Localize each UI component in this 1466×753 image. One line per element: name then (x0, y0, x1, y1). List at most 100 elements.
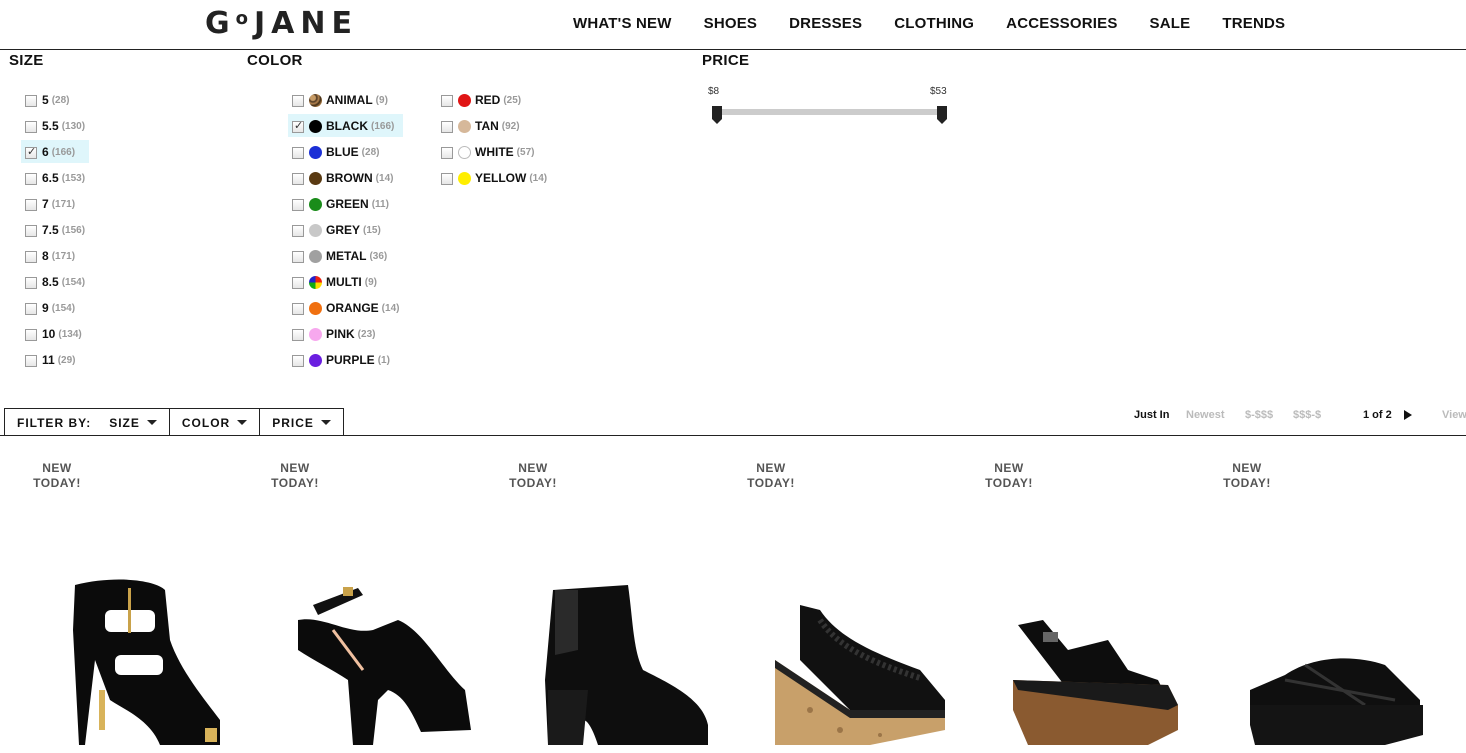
view-toggle[interactable]: View (1442, 409, 1466, 421)
product-card-6[interactable] (1245, 560, 1425, 753)
checkbox[interactable] (25, 95, 37, 107)
checkbox[interactable] (292, 355, 304, 367)
nav-trends[interactable]: TRENDS (1222, 15, 1285, 32)
checkbox[interactable] (25, 303, 37, 315)
size-option-label: 8.5 (42, 275, 59, 289)
checkbox[interactable] (25, 277, 37, 289)
checkbox[interactable] (25, 225, 37, 237)
color-option-yellow[interactable]: YELLOW (14) (441, 165, 547, 191)
color-option-blue[interactable]: BLUE (28) (292, 139, 399, 165)
product-card-1[interactable] (55, 560, 235, 753)
size-option-6[interactable]: 6(166) (21, 139, 89, 165)
checkbox[interactable] (441, 95, 453, 107)
color-option-tan[interactable]: TAN (92) (441, 113, 547, 139)
color-option-green[interactable]: GREEN (11) (292, 191, 399, 217)
checkbox[interactable] (292, 95, 304, 107)
color-swatch-icon (309, 327, 322, 341)
sort-newest[interactable]: Newest (1186, 409, 1225, 421)
sort-price-high-low[interactable]: $$$-$ (1293, 409, 1321, 421)
checkbox[interactable] (25, 145, 37, 159)
nav-accessories[interactable]: ACCESSORIES (1006, 15, 1117, 32)
checkbox[interactable] (292, 303, 304, 315)
color-swatch-icon (309, 353, 322, 367)
product-card-5[interactable] (1008, 560, 1188, 753)
nav-clothing[interactable]: CLOTHING (894, 15, 974, 32)
color-options-column-2: RED (25) TAN (92) WHITE (57) YELLOW (14) (441, 87, 547, 191)
checkbox[interactable] (25, 121, 37, 133)
size-filter-dropdown[interactable]: SIZE (97, 409, 170, 436)
product-card-4[interactable] (770, 560, 950, 753)
price-max-handle[interactable] (937, 106, 947, 124)
color-option-count: (14) (375, 172, 394, 184)
checkbox[interactable] (292, 173, 304, 185)
checkbox[interactable] (292, 277, 304, 289)
gojane-logo[interactable]: GoJANE (205, 6, 358, 41)
checkbox[interactable] (292, 329, 304, 341)
color-swatch-icon (458, 171, 471, 185)
size-option-label: 8 (42, 249, 49, 263)
size-option-9[interactable]: 9 (154) (25, 295, 85, 321)
sort-price-low-high[interactable]: $-$$$ (1245, 409, 1273, 421)
checkbox[interactable] (25, 251, 37, 263)
multi-swatch-icon (309, 275, 322, 289)
checkbox[interactable] (292, 225, 304, 237)
white-swatch-icon (458, 145, 471, 159)
price-max-label: $53 (930, 86, 947, 97)
price-slider-track[interactable] (717, 109, 942, 115)
color-options-column-1: ANIMAL(9)BLACK(166)BLUE(28)BROWN(14)GREE… (288, 87, 403, 373)
size-option-7-5[interactable]: 7.5 (156) (25, 217, 85, 243)
color-option-purple[interactable]: PURPLE (1) (292, 347, 399, 373)
color-option-white[interactable]: WHITE (57) (441, 139, 547, 165)
checkbox[interactable] (25, 199, 37, 211)
checkbox[interactable] (441, 121, 453, 133)
nav-shoes[interactable]: SHOES (704, 15, 758, 32)
nav-dresses[interactable]: DRESSES (789, 15, 862, 32)
size-option-11[interactable]: 11 (29) (25, 347, 85, 373)
sort-just-in[interactable]: Just In (1134, 409, 1169, 421)
size-option-8-5[interactable]: 8.5 (154) (25, 269, 85, 295)
size-option-label: 5.5 (42, 119, 59, 133)
size-option-7[interactable]: 7 (171) (25, 191, 85, 217)
checkbox[interactable] (292, 251, 304, 263)
checkbox[interactable] (292, 199, 304, 211)
checkbox[interactable] (292, 119, 304, 133)
checkbox[interactable] (441, 173, 453, 185)
color-option-label: ANIMAL (326, 93, 373, 107)
size-option-10[interactable]: 10 (134) (25, 321, 85, 347)
size-option-5[interactable]: 5 (28) (25, 87, 85, 113)
price-filter-dropdown[interactable]: PRICE (260, 409, 343, 436)
next-page-arrow-icon[interactable] (1404, 410, 1412, 420)
size-option-count: (171) (51, 198, 76, 210)
checkbox[interactable] (25, 329, 37, 341)
color-option-metal[interactable]: METAL (36) (292, 243, 399, 269)
color-option-red[interactable]: RED (25) (441, 87, 547, 113)
checkbox[interactable] (25, 173, 37, 185)
size-option-8[interactable]: 8 (171) (25, 243, 85, 269)
color-option-orange[interactable]: ORANGE (14) (292, 295, 399, 321)
new-today-badge: NEW TODAY! (271, 461, 319, 490)
price-min-handle[interactable] (712, 106, 722, 124)
color-option-multi[interactable]: MULTI (9) (292, 269, 399, 295)
nav-sale[interactable]: SALE (1150, 15, 1191, 32)
size-option-6-5[interactable]: 6.5 (153) (25, 165, 85, 191)
color-option-label: BLACK (326, 119, 368, 133)
color-filter-dropdown[interactable]: COLOR (170, 409, 261, 436)
color-swatch-icon (458, 93, 471, 107)
product-card-3[interactable] (533, 560, 713, 753)
checkbox[interactable] (25, 355, 37, 367)
color-swatch-icon (309, 119, 322, 133)
color-option-count: (14) (381, 302, 400, 314)
checkbox[interactable] (292, 147, 304, 159)
color-option-black[interactable]: BLACK(166) (288, 113, 403, 139)
product-card-2[interactable] (293, 560, 478, 753)
color-option-pink[interactable]: PINK (23) (292, 321, 399, 347)
main-nav: WHAT'S NEW SHOES DRESSES CLOTHING ACCESS… (573, 15, 1317, 32)
nav-whats-new[interactable]: WHAT'S NEW (573, 15, 672, 32)
color-option-brown[interactable]: BROWN (14) (292, 165, 399, 191)
color-option-animal[interactable]: ANIMAL (9) (292, 87, 399, 113)
checkbox[interactable] (441, 147, 453, 159)
color-option-grey[interactable]: GREY (15) (292, 217, 399, 243)
size-option-label: 7.5 (42, 223, 59, 237)
color-option-label: MULTI (326, 275, 362, 289)
size-option-5-5[interactable]: 5.5 (130) (25, 113, 85, 139)
